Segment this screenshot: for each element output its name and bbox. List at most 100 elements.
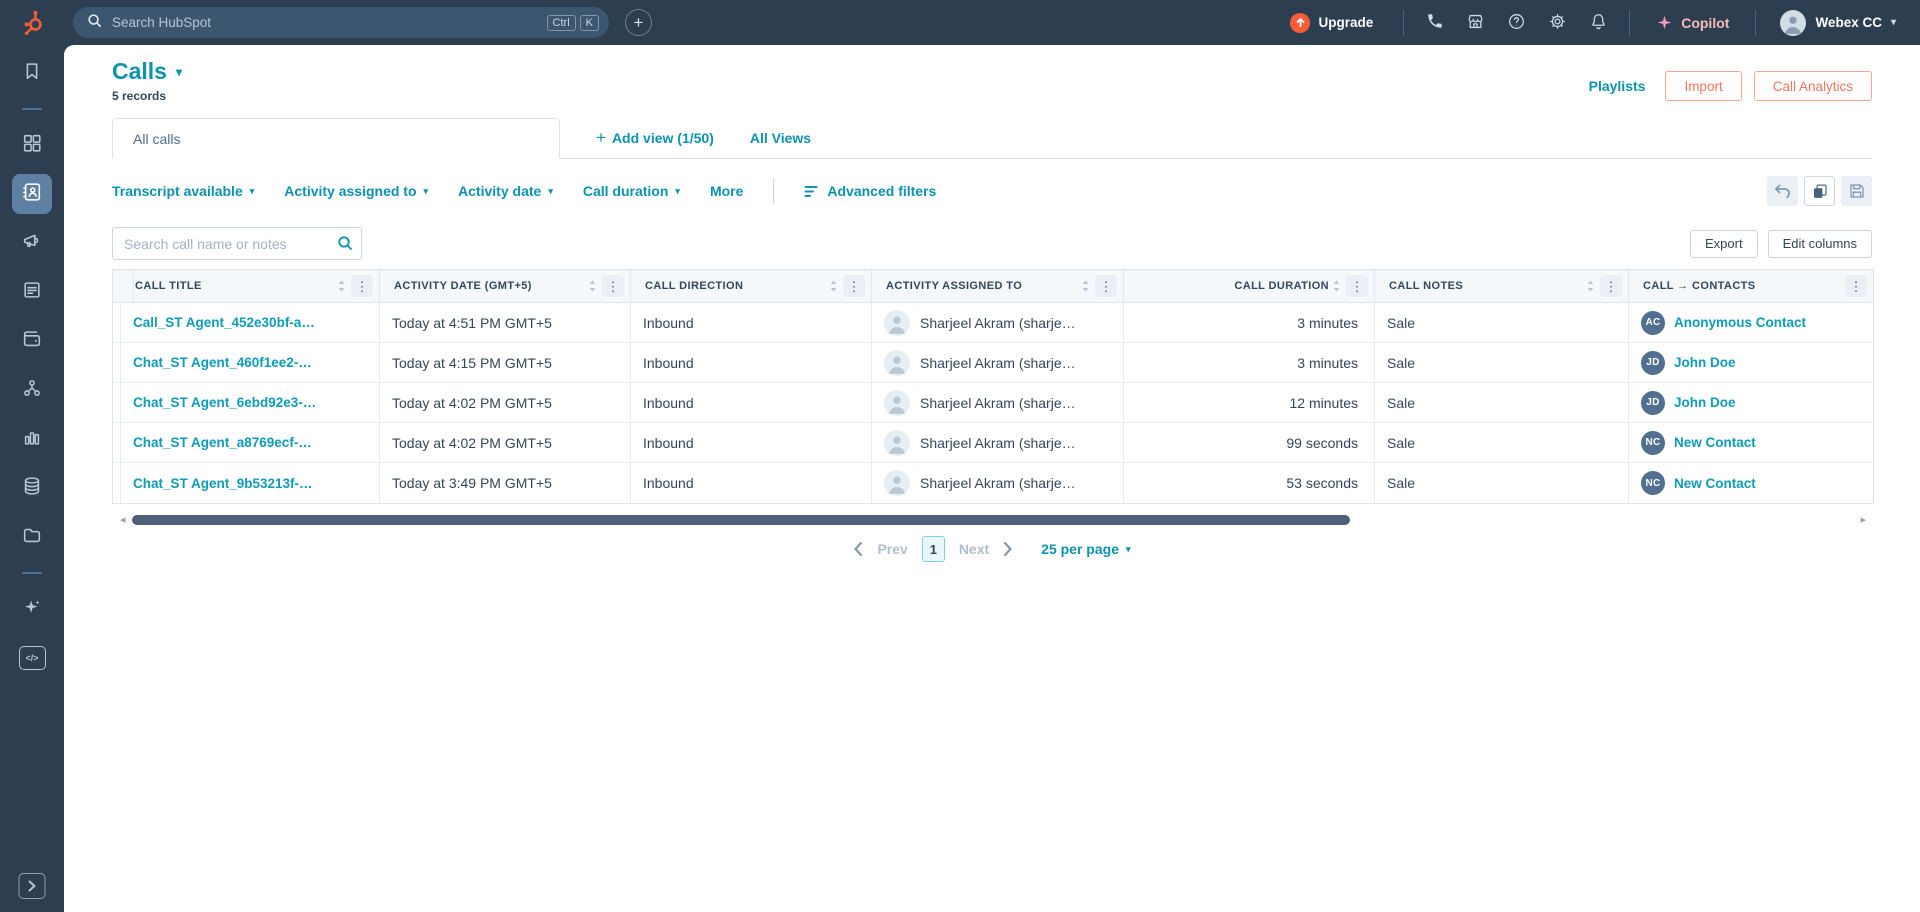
filter-activity-date[interactable]: Activity date ▾ xyxy=(458,183,553,199)
sort-icon[interactable] xyxy=(830,280,837,292)
search-icon[interactable] xyxy=(337,235,353,256)
scrollbar-thumb[interactable] xyxy=(132,515,1350,525)
contact-link[interactable]: New Contact xyxy=(1674,435,1756,450)
sidebar-item-automations[interactable] xyxy=(12,370,52,410)
activity-date-cell: Today at 4:51 PM GMT+5 xyxy=(380,303,631,342)
next-page-chevron[interactable] xyxy=(1003,541,1013,557)
column-menu-button[interactable]: ⋮ xyxy=(1600,275,1622,297)
sidebar-item-library[interactable] xyxy=(12,517,52,557)
sidebar-item-crm[interactable] xyxy=(12,174,52,214)
global-search-bar[interactable]: Ctrl K xyxy=(73,7,609,38)
account-menu[interactable]: Webex CC ▾ xyxy=(1780,10,1896,36)
chevron-down-icon: ▾ xyxy=(675,186,680,197)
assignee-avatar xyxy=(884,470,910,496)
export-button[interactable]: Export xyxy=(1690,230,1758,258)
global-search-input[interactable] xyxy=(102,15,543,30)
filter-call-duration[interactable]: Call duration ▾ xyxy=(583,183,680,199)
per-page-dropdown[interactable]: 25 per page ▾ xyxy=(1041,541,1130,557)
table-row[interactable]: Chat_ST Agent_6ebd92e3-… Today at 4:02 P… xyxy=(113,383,1873,423)
current-page-badge[interactable]: 1 xyxy=(922,536,945,562)
notifications-button[interactable] xyxy=(1578,8,1619,38)
column-menu-button[interactable]: ⋮ xyxy=(1095,275,1117,297)
column-menu-button[interactable]: ⋮ xyxy=(1346,275,1368,297)
sidebar-item-workspaces[interactable] xyxy=(12,125,52,165)
table-row[interactable]: Chat_ST Agent_9b53213f-… Today at 3:49 P… xyxy=(113,463,1873,503)
sidebar-item-marketing[interactable] xyxy=(12,223,52,263)
contact-link[interactable]: John Doe xyxy=(1674,355,1736,370)
sidebar-item-reporting[interactable] xyxy=(12,419,52,459)
sort-icon[interactable] xyxy=(338,280,345,292)
sort-icon[interactable] xyxy=(589,280,596,292)
settings-button[interactable] xyxy=(1537,8,1578,38)
filter-activity-assigned-to[interactable]: Activity assigned to ▾ xyxy=(284,183,428,199)
sidebar-item-ai[interactable] xyxy=(12,589,52,629)
create-button[interactable]: + xyxy=(625,9,652,36)
column-menu-button[interactable]: ⋮ xyxy=(1845,275,1867,297)
copy-view-button[interactable] xyxy=(1804,176,1835,206)
edit-columns-button[interactable]: Edit columns xyxy=(1768,230,1872,258)
sort-icon[interactable] xyxy=(1082,280,1089,292)
call-title-cell: Chat_ST Agent_a8769ecf-… xyxy=(121,423,380,462)
contact-link[interactable]: New Contact xyxy=(1674,476,1756,491)
call-analytics-button[interactable]: Call Analytics xyxy=(1754,71,1872,101)
document-icon xyxy=(21,279,43,306)
page-title-dropdown[interactable]: Calls ▾ xyxy=(112,58,182,85)
contact-cell: AC Anonymous Contact xyxy=(1629,303,1873,342)
column-menu-button[interactable]: ⋮ xyxy=(351,275,373,297)
sort-icon[interactable] xyxy=(1333,280,1340,292)
undo-button[interactable] xyxy=(1767,176,1798,206)
scroll-left-icon[interactable]: ◂ xyxy=(120,514,126,527)
assignee-name: Sharjeel Akram (sharje… xyxy=(920,435,1076,451)
sidebar-item-commerce[interactable] xyxy=(12,321,52,361)
import-button[interactable]: Import xyxy=(1665,71,1741,101)
prev-page-label[interactable]: Prev xyxy=(877,541,907,557)
next-page-label[interactable]: Next xyxy=(959,541,989,557)
sidebar-item-data[interactable] xyxy=(12,468,52,508)
filter-more[interactable]: More xyxy=(710,183,743,199)
add-view-link[interactable]: + Add view (1/50) xyxy=(596,128,714,148)
call-title-link[interactable]: Chat_ST Agent_9b53213f-… xyxy=(133,476,313,491)
table-toolbar: Export Edit columns xyxy=(112,227,1872,260)
row-gutter xyxy=(113,303,121,342)
filter-transcript-available[interactable]: Transcript available ▾ xyxy=(112,183,254,199)
table-search-input[interactable] xyxy=(112,227,362,260)
calling-button[interactable] xyxy=(1414,8,1455,38)
save-view-button[interactable] xyxy=(1841,176,1872,206)
tab-all-calls[interactable]: All calls xyxy=(112,118,560,159)
prev-page-chevron[interactable] xyxy=(853,541,863,557)
table-row[interactable]: Chat_ST Agent_460f1ee2-… Today at 4:15 P… xyxy=(113,343,1873,383)
advanced-filters-button[interactable]: Advanced filters xyxy=(804,183,936,199)
call-title-link[interactable]: Call_ST Agent_452e30bf-a… xyxy=(133,315,315,330)
call-title-link[interactable]: Chat_ST Agent_6ebd92e3-… xyxy=(133,395,316,410)
contact-link[interactable]: John Doe xyxy=(1674,395,1736,410)
sort-icon[interactable] xyxy=(1587,280,1594,292)
table-row[interactable]: Call_ST Agent_452e30bf-a… Today at 4:51 … xyxy=(113,303,1873,343)
help-button[interactable] xyxy=(1496,8,1537,38)
upgrade-button[interactable]: Upgrade xyxy=(1290,13,1373,33)
table-body: Call_ST Agent_452e30bf-a… Today at 4:51 … xyxy=(113,303,1873,503)
copilot-button[interactable]: Copilot xyxy=(1656,14,1729,31)
scroll-right-icon[interactable]: ▸ xyxy=(1860,514,1866,527)
column-menu-button[interactable]: ⋮ xyxy=(843,275,865,297)
call-title-link[interactable]: Chat_ST Agent_a8769ecf-… xyxy=(133,435,312,450)
column-menu-button[interactable]: ⋮ xyxy=(602,275,624,297)
call-title-cell: Chat_ST Agent_460f1ee2-… xyxy=(121,343,380,382)
table-row[interactable]: Chat_ST Agent_a8769ecf-… Today at 4:02 P… xyxy=(113,423,1873,463)
sidebar-item-content[interactable] xyxy=(12,272,52,312)
sidebar-item-developer[interactable]: </> xyxy=(12,638,52,678)
call-notes-cell: Sale xyxy=(1375,423,1629,462)
marketplace-button[interactable] xyxy=(1455,8,1496,38)
call-title-link[interactable]: Chat_ST Agent_460f1ee2-… xyxy=(133,355,312,370)
contact-link[interactable]: Anonymous Contact xyxy=(1674,315,1806,330)
all-views-link[interactable]: All Views xyxy=(750,130,811,146)
sidebar-expand-button[interactable] xyxy=(19,873,46,899)
assignee-name: Sharjeel Akram (sharje… xyxy=(920,395,1076,411)
sparkle-icon xyxy=(22,597,42,622)
plus-icon: + xyxy=(596,128,606,148)
activity-date-cell: Today at 4:02 PM GMT+5 xyxy=(380,383,631,422)
call-direction-cell: Inbound xyxy=(631,463,872,503)
playlists-link[interactable]: Playlists xyxy=(1589,78,1646,94)
call-duration-cell: 53 seconds xyxy=(1124,463,1375,503)
sidebar-item-bookmarks[interactable] xyxy=(12,53,52,93)
hubspot-logo-icon[interactable] xyxy=(20,9,47,36)
